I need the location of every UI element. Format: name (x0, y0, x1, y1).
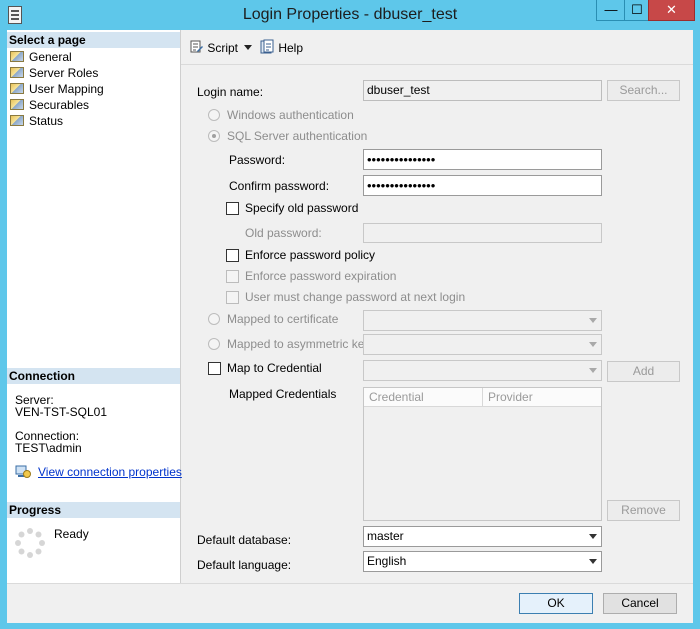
mapped-to-asymmetric-key-radio[interactable] (208, 338, 220, 350)
page-item-general[interactable]: General (10, 49, 72, 65)
connection-properties-icon (15, 465, 31, 478)
page-item-label: General (29, 50, 72, 64)
page-item-label: Status (29, 114, 64, 128)
ok-button[interactable]: OK (519, 593, 593, 614)
maximize-button[interactable]: ☐ (624, 0, 650, 21)
default-database-value: master (367, 529, 404, 543)
enforce-password-policy-label: Enforce password policy (245, 248, 376, 262)
default-language-label: Default language: (197, 558, 292, 572)
help-icon (260, 39, 274, 54)
view-connection-properties-link[interactable]: View connection properties (38, 466, 182, 479)
mapped-credentials-grid[interactable] (363, 387, 602, 521)
login-name-label: Login name: (197, 85, 264, 99)
credential-column-header[interactable]: Credential (364, 388, 483, 407)
page-icon (10, 99, 24, 110)
password-label: Password: (229, 153, 286, 167)
sql-auth-radio[interactable] (208, 130, 220, 142)
password-field[interactable]: ••••••••••••••• (363, 149, 602, 170)
page-item-label: User Mapping (29, 82, 104, 96)
default-database-dropdown[interactable]: master (363, 526, 602, 547)
page-item-server-roles[interactable]: Server Roles (10, 65, 98, 81)
specify-old-password-checkbox[interactable] (226, 202, 239, 215)
mapped-to-certificate-radio[interactable] (208, 313, 220, 325)
page-item-label: Securables (29, 98, 90, 112)
chevron-down-icon (589, 318, 597, 323)
default-language-dropdown[interactable]: English (363, 551, 602, 572)
default-database-label: Default database: (197, 533, 292, 547)
credential-dropdown[interactable] (363, 360, 602, 381)
confirm-password-label: Confirm password: (229, 179, 330, 193)
must-change-password-checkbox[interactable] (226, 291, 239, 304)
mapped-to-certificate-label: Mapped to certificate (227, 312, 339, 326)
toolbar (181, 30, 693, 65)
old-password-label: Old password: (245, 226, 322, 240)
mapped-to-asymmetric-key-label: Mapped to asymmetric key (227, 337, 371, 351)
script-label: Script (207, 41, 239, 55)
confirm-password-field[interactable]: ••••••••••••••• (363, 175, 602, 196)
enforce-password-expiration-checkbox[interactable] (226, 270, 239, 283)
page-item-status[interactable]: Status (10, 113, 63, 129)
specify-old-password-label: Specify old password (245, 201, 359, 215)
enforce-password-expiration-label: Enforce password expiration (245, 269, 397, 283)
page-item-securables[interactable]: Securables (10, 97, 89, 113)
provider-column-header[interactable]: Provider (483, 388, 601, 407)
window-title: Login Properties - dbuser_test (242, 6, 458, 23)
progress-header: Progress (7, 502, 180, 518)
sql-auth-label: SQL Server authentication (227, 129, 368, 143)
page-icon (10, 115, 24, 126)
server-value: VEN-TST-SQL01 (15, 405, 108, 419)
help-label: Help (278, 41, 304, 55)
chevron-down-icon (589, 559, 597, 564)
minimize-button[interactable]: — (596, 0, 626, 21)
add-credential-button[interactable]: Add (607, 361, 680, 382)
progress-status: Ready (54, 527, 89, 541)
page-icon (10, 67, 24, 78)
connection-value: TEST\admin (15, 441, 82, 455)
map-to-credential-label: Map to Credential (227, 361, 322, 375)
page-item-label: Server Roles (29, 66, 99, 80)
script-icon (190, 40, 203, 53)
windows-auth-radio[interactable] (208, 109, 220, 121)
enforce-password-policy-checkbox[interactable] (226, 249, 239, 262)
help-button[interactable]: Help (259, 39, 303, 57)
script-button[interactable]: Script (188, 39, 238, 57)
asymmetric-key-dropdown[interactable] (363, 334, 602, 355)
cancel-button[interactable]: Cancel (603, 593, 677, 614)
page-item-user-mapping[interactable]: User Mapping (10, 81, 104, 97)
remove-credential-button[interactable]: Remove (607, 500, 680, 521)
certificate-dropdown[interactable] (363, 310, 602, 331)
select-page-header: Select a page (7, 32, 180, 48)
chevron-down-icon (589, 368, 597, 373)
map-to-credential-checkbox[interactable] (208, 362, 221, 375)
chevron-down-icon (589, 342, 597, 347)
default-language-value: English (367, 554, 407, 568)
script-dropdown-icon[interactable] (244, 45, 252, 50)
mapped-credentials-label: Mapped Credentials (229, 387, 337, 401)
page-icon (10, 51, 24, 62)
page-icon (10, 83, 24, 94)
old-password-field[interactable] (363, 223, 602, 243)
search-button[interactable]: Search... (607, 80, 680, 101)
must-change-password-label: User must change password at next login (245, 290, 466, 304)
login-name-field[interactable]: dbuser_test (363, 80, 602, 101)
connection-header: Connection (7, 368, 180, 384)
windows-auth-label: Windows authentication (227, 108, 354, 122)
close-button[interactable]: ✕ (648, 0, 695, 21)
chevron-down-icon (589, 534, 597, 539)
progress-spinner-icon (15, 528, 45, 558)
